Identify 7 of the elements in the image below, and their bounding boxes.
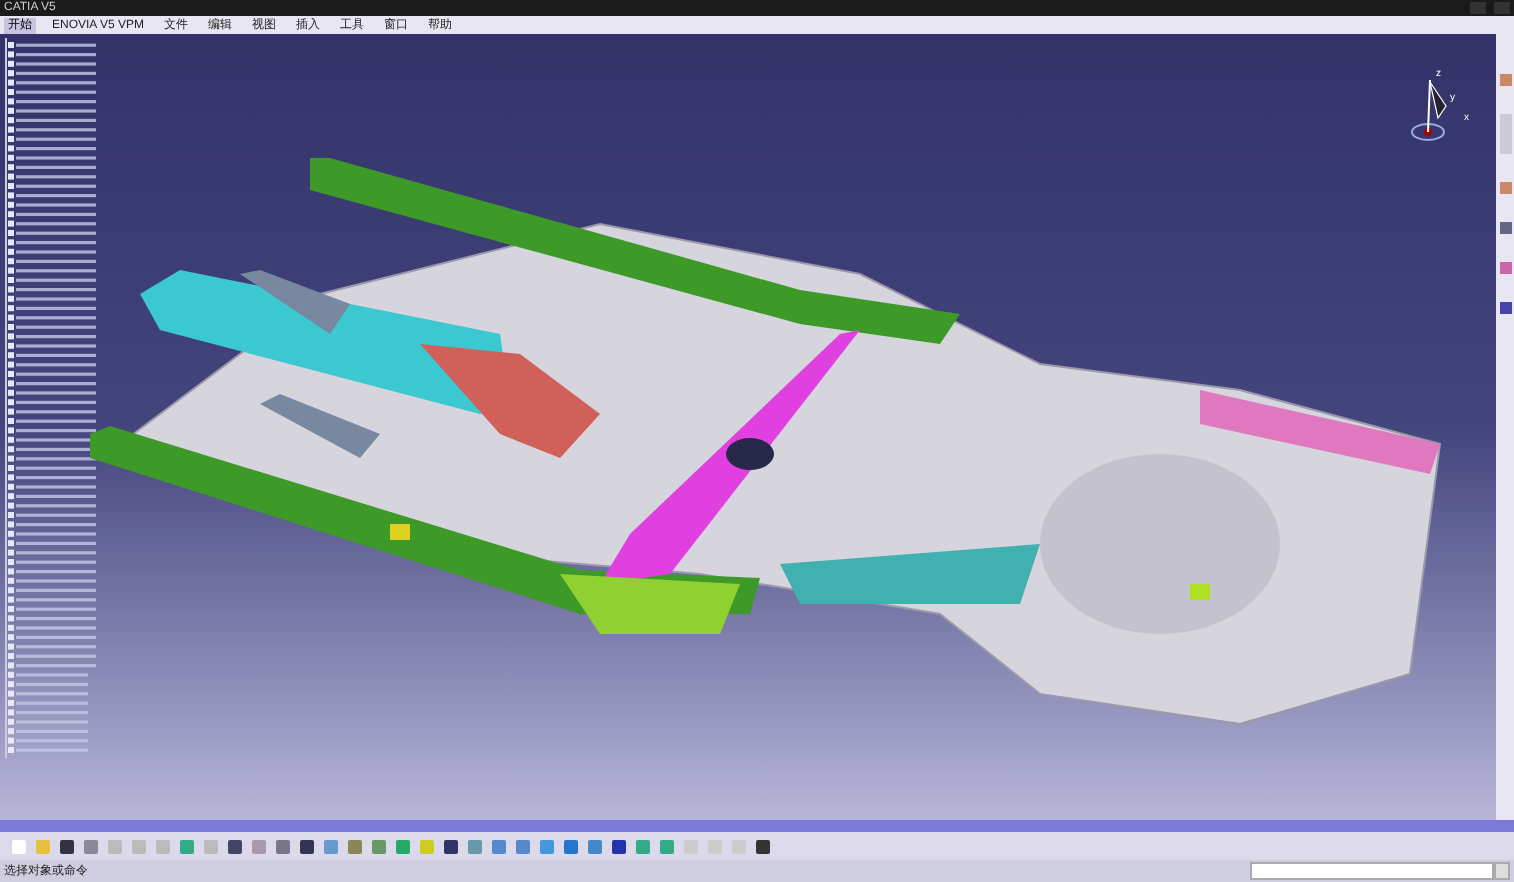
tool-icon[interactable] — [1499, 222, 1511, 234]
tool-icon[interactable] — [1499, 262, 1511, 274]
command-button[interactable] — [1494, 862, 1510, 880]
compass-icon — [1411, 79, 1447, 141]
horizontal-scrollbar[interactable] — [0, 820, 1514, 832]
command-input-field[interactable] — [1250, 862, 1494, 880]
tool-icon[interactable] — [1499, 302, 1511, 314]
